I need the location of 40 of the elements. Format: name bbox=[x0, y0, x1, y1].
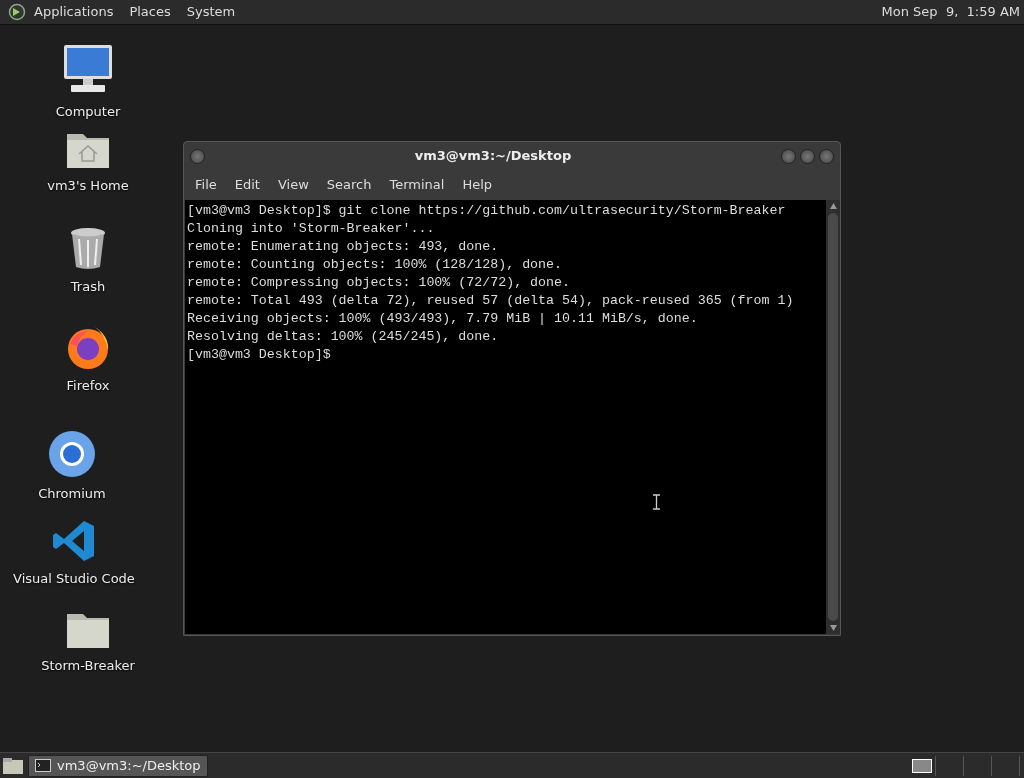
icon-label[interactable]: Storm-Breaker bbox=[41, 656, 135, 676]
taskbar-button[interactable]: vm3@vm3:~/Desktop bbox=[28, 754, 208, 777]
menu-item[interactable]: Search bbox=[317, 172, 381, 198]
terminal-line: Cloning into 'Storm-Breaker'... bbox=[187, 220, 435, 238]
menu-item[interactable]: Help bbox=[453, 172, 502, 198]
menu-item[interactable]: System bbox=[178, 2, 244, 22]
terminal-line: remote: Compressing objects: 100% (72/72), done. bbox=[187, 274, 570, 292]
terminal-line: remote: Total 493 (delta 72), reused 57 (delta 54), pack-reused 365 (from 1) bbox=[187, 292, 794, 310]
terminal-line: Receiving objects: 100% (493/493), 7.79 MiB | 10.11 MiB/s, done. bbox=[187, 310, 698, 328]
icon-label[interactable]: Firefox bbox=[66, 376, 110, 396]
icon-label[interactable]: Chromium bbox=[38, 484, 106, 504]
trash-icon[interactable] bbox=[69, 227, 107, 271]
vscode-icon[interactable] bbox=[52, 519, 96, 563]
icon-label[interactable]: vm3's Home bbox=[47, 176, 129, 196]
icon-label[interactable]: Computer bbox=[55, 102, 121, 122]
clock[interactable]: Mon Sep 9, 1:59 AM bbox=[873, 2, 1024, 22]
minimize-button[interactable] bbox=[781, 148, 796, 164]
icon-label[interactable]: Trash bbox=[70, 277, 106, 297]
terminal-line: remote: Counting objects: 100% (128/128), done. bbox=[187, 256, 563, 274]
menu-item[interactable]: Applications bbox=[26, 2, 122, 22]
scrollbar[interactable] bbox=[826, 200, 840, 634]
scroll-down-icon[interactable] bbox=[828, 624, 838, 632]
terminal-line: [vm3@vm3 Desktop]$ bbox=[187, 346, 331, 364]
menu-item[interactable]: Terminal bbox=[380, 172, 454, 198]
menu-item[interactable]: View bbox=[268, 172, 318, 198]
close-button[interactable] bbox=[819, 148, 834, 164]
text-cursor-icon bbox=[653, 494, 660, 510]
terminal-line: Resolving deltas: 100% (245/245), done. bbox=[187, 328, 499, 346]
menu-item[interactable]: Edit bbox=[225, 172, 269, 198]
terminal-line: remote: Enumerating objects: 493, done. bbox=[187, 238, 499, 256]
terminal-icon bbox=[35, 759, 51, 772]
icon-label[interactable]: Visual Studio Code bbox=[13, 569, 135, 589]
menu-item[interactable]: Places bbox=[121, 2, 179, 22]
scroll-up-icon[interactable] bbox=[828, 202, 838, 210]
terminal-line: [vm3@vm3 Desktop]$ git clone https://github.com/ultrasecurity/Storm-Breaker bbox=[187, 202, 786, 220]
maximize-button[interactable] bbox=[800, 148, 815, 164]
chromium-icon[interactable] bbox=[48, 430, 96, 478]
menu-item[interactable]: File bbox=[186, 172, 226, 198]
window-menu-button[interactable] bbox=[190, 148, 205, 164]
window-title: vm3@vm3:~/Desktop bbox=[413, 147, 573, 166]
